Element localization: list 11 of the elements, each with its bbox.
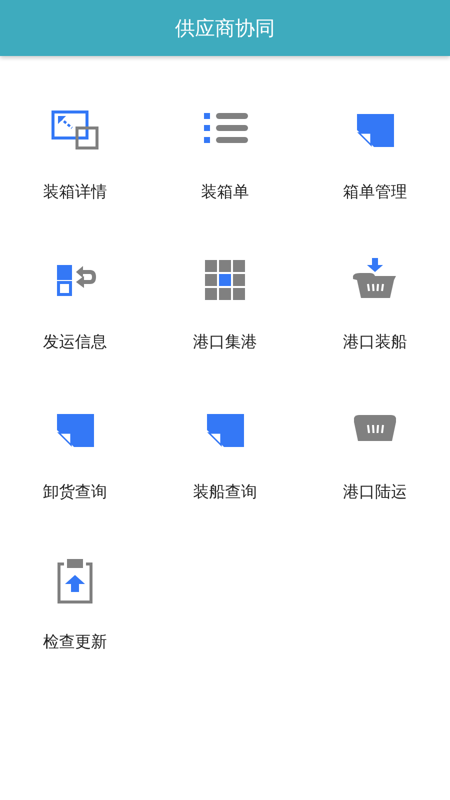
menu-item[interactable]: 装箱单 bbox=[150, 106, 300, 256]
menu-item[interactable]: 港口装船 bbox=[300, 256, 450, 406]
menu-item[interactable]: 港口陆运 bbox=[300, 406, 450, 556]
header-title: 供应商协同 bbox=[175, 14, 275, 42]
menu-item[interactable]: 装箱详情 bbox=[0, 106, 150, 256]
menu-item[interactable]: 卸货查询 bbox=[0, 406, 150, 556]
menu-item[interactable]: 装船查询 bbox=[150, 406, 300, 556]
menu-item[interactable]: 发运信息 bbox=[0, 256, 150, 406]
menu-item[interactable]: 检查更新 bbox=[0, 556, 150, 706]
menu-item[interactable]: 港口集港 bbox=[150, 256, 300, 406]
menu-item[interactable]: 箱单管理 bbox=[300, 106, 450, 256]
